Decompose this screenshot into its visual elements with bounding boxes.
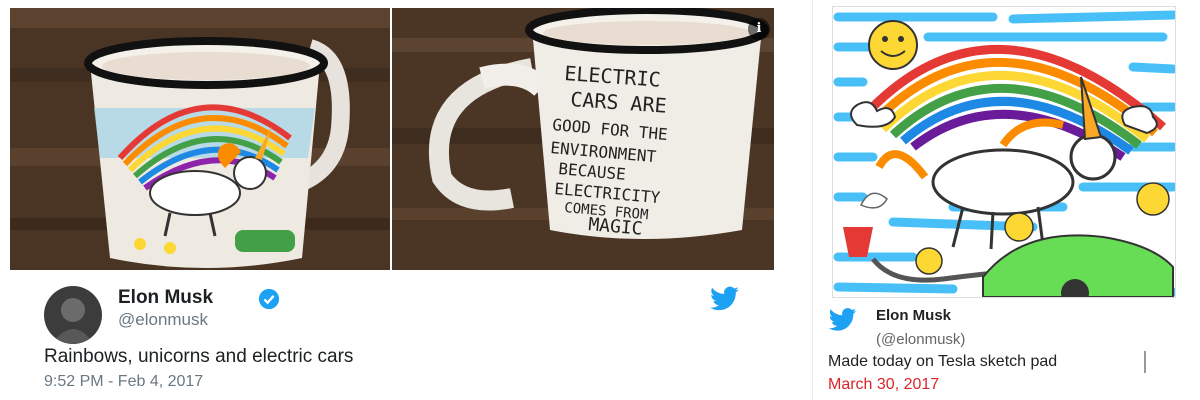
divider	[812, 0, 813, 400]
author-name[interactable]: Elon Musk	[118, 287, 213, 309]
tesla-sketch-image[interactable]	[832, 6, 1176, 298]
tweet-card: ELECTRIC CARS ARE GOOD FOR THE ENVIRONME…	[0, 0, 790, 400]
tweet-date[interactable]: March 30, 2017	[828, 376, 939, 394]
tweet-card-sketch: Elon Musk (@elonmusk) Made today on Tesl…	[820, 0, 1200, 400]
author-handle[interactable]: @elonmusk	[118, 310, 208, 330]
twitter-bird-icon[interactable]	[710, 286, 740, 312]
tweet-photo-grid: ELECTRIC CARS ARE GOOD FOR THE ENVIRONME…	[10, 8, 774, 270]
tweet-timestamp[interactable]: 9:52 PM - Feb 4, 2017	[44, 373, 203, 391]
tweet-photo-mug-rainbow[interactable]	[10, 8, 390, 270]
mug-rainbow-image	[10, 8, 390, 270]
author-name[interactable]: Elon Musk	[876, 307, 951, 324]
mug-text-image: ELECTRIC CARS ARE GOOD FOR THE ENVIRONME…	[392, 8, 774, 270]
twitter-bird-icon[interactable]	[828, 308, 858, 332]
avatar-image	[44, 286, 102, 344]
sketch-drawing	[833, 7, 1175, 297]
tweet-photo-mug-text[interactable]: ELECTRIC CARS ARE GOOD FOR THE ENVIRONME…	[392, 8, 774, 270]
text-caret	[1144, 351, 1146, 373]
tweet-text: Made today on Tesla sketch pad	[828, 353, 1058, 370]
tweet-text: Rainbows, unicorns and electric cars	[44, 346, 354, 367]
author-handle[interactable]: (@elonmusk)	[876, 331, 965, 348]
info-icon[interactable]: i	[748, 18, 770, 40]
avatar[interactable]	[44, 286, 102, 344]
verified-badge-icon	[258, 288, 280, 310]
